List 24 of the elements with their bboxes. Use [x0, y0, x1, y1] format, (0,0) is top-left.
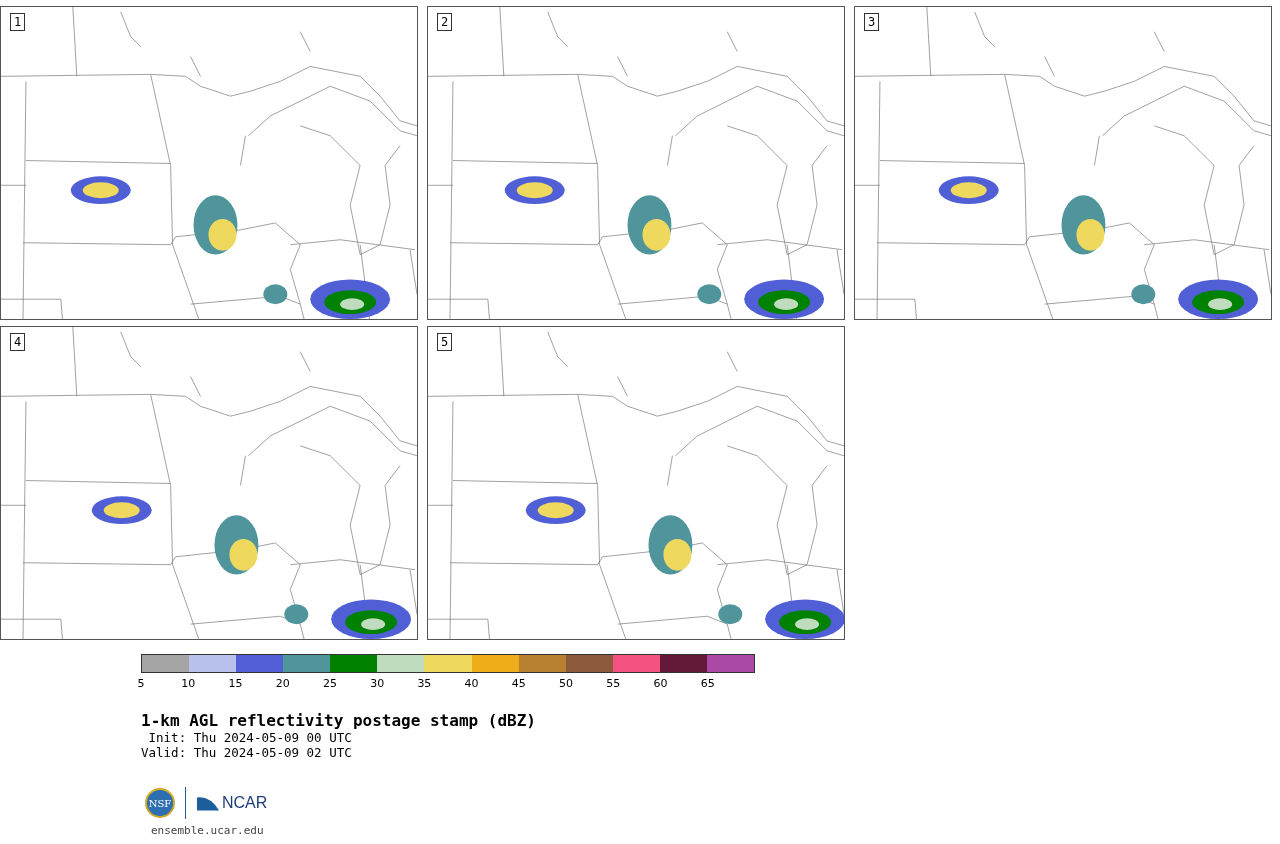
tick-label: 10 — [181, 677, 196, 690]
nsf-logo: NSF — [145, 788, 175, 818]
panel-number: 1 — [10, 13, 26, 31]
website-link[interactable]: ensemble.ucar.edu — [151, 824, 1280, 837]
tick-label: 20 — [275, 677, 290, 690]
tick-label: 50 — [559, 677, 574, 690]
tick-label: 30 — [370, 677, 385, 690]
chart-title: 1-km AGL reflectivity postage stamp (dBZ) — [141, 711, 537, 730]
panel-number: 4 — [10, 333, 26, 351]
tick-label: 40 — [464, 677, 479, 690]
panel-number: 2 — [437, 13, 453, 31]
panel-number: 3 — [864, 13, 880, 31]
tick-label: 55 — [606, 677, 621, 690]
tick-label: 15 — [228, 677, 243, 690]
init-time: Init: Thu 2024-05-09 00 UTC — [147, 730, 353, 745]
tick-label: 25 — [322, 677, 337, 690]
ncar-logo: NCAR — [222, 794, 268, 812]
tick-label: 45 — [511, 677, 526, 690]
panel-number: 5 — [437, 333, 453, 351]
tick-label: 65 — [700, 677, 715, 690]
tick-label: 5 — [137, 677, 145, 690]
tick-label: 35 — [417, 677, 432, 690]
valid-time: Valid: Thu 2024-05-09 02 UTC — [141, 745, 353, 760]
tick-label: 60 — [653, 677, 668, 690]
